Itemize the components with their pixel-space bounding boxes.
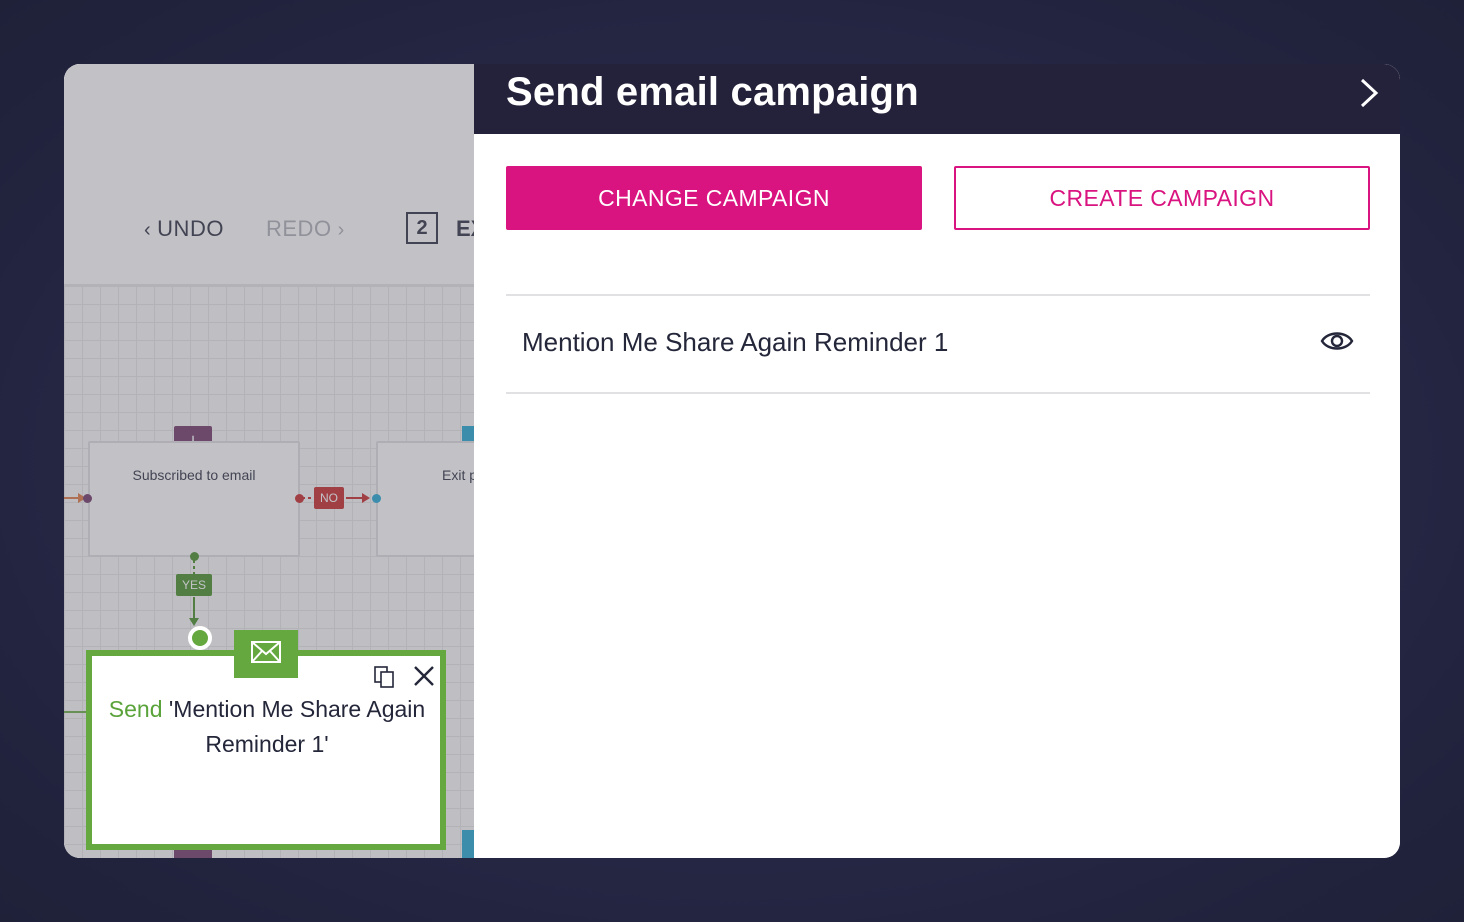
no-branch-badge: NO	[314, 487, 344, 509]
workflow-canvas[interactable]: ‹UNDO REDO› 2 EX ⅄ Subscribed to email	[64, 64, 474, 858]
row-divider-bottom	[506, 392, 1370, 394]
app-window: ‹UNDO REDO› 2 EX ⅄ Subscribed to email	[64, 64, 1400, 858]
panel-header: Send email campaign	[474, 64, 1400, 134]
send-node-text: Send 'Mention Me Share Again Reminder 1'	[102, 692, 432, 762]
yes-output-port[interactable]	[190, 552, 199, 561]
send-campaign-name: 'Mention Me Share Again Reminder 1'	[168, 696, 426, 757]
subscribed-condition-node[interactable]: Subscribed to email	[88, 441, 300, 557]
send-verb: Send	[108, 696, 163, 722]
email-node-tab	[234, 630, 298, 678]
eye-icon[interactable]	[1320, 328, 1354, 354]
chevron-right-icon[interactable]	[1356, 78, 1382, 108]
next-exit-node-icon	[462, 830, 474, 858]
exit-node[interactable]: Exit p	[376, 441, 474, 557]
no-output-port[interactable]	[295, 494, 304, 503]
yes-branch-badge: YES	[176, 574, 212, 596]
send-node-input-port[interactable]	[188, 626, 212, 650]
selected-campaign-name: Mention Me Share Again Reminder 1	[522, 327, 949, 357]
row-divider-top	[506, 294, 1370, 296]
exit-input-port[interactable]	[372, 494, 381, 503]
campaign-side-panel: Send email campaign CHANGE CAMPAIGN CREA…	[474, 64, 1400, 858]
node-title: Subscribed to email	[132, 467, 256, 483]
create-campaign-button[interactable]: CREATE CAMPAIGN	[954, 166, 1370, 230]
panel-title: Send email campaign	[506, 70, 919, 114]
change-campaign-button[interactable]: CHANGE CAMPAIGN	[506, 166, 922, 230]
close-icon[interactable]	[412, 664, 436, 688]
input-port[interactable]	[83, 494, 92, 503]
copy-icon[interactable]	[374, 666, 396, 690]
send-email-node[interactable]: Send 'Mention Me Share Again Reminder 1'	[86, 650, 446, 850]
envelope-icon	[251, 641, 281, 663]
node-title: Exit p	[442, 467, 474, 483]
